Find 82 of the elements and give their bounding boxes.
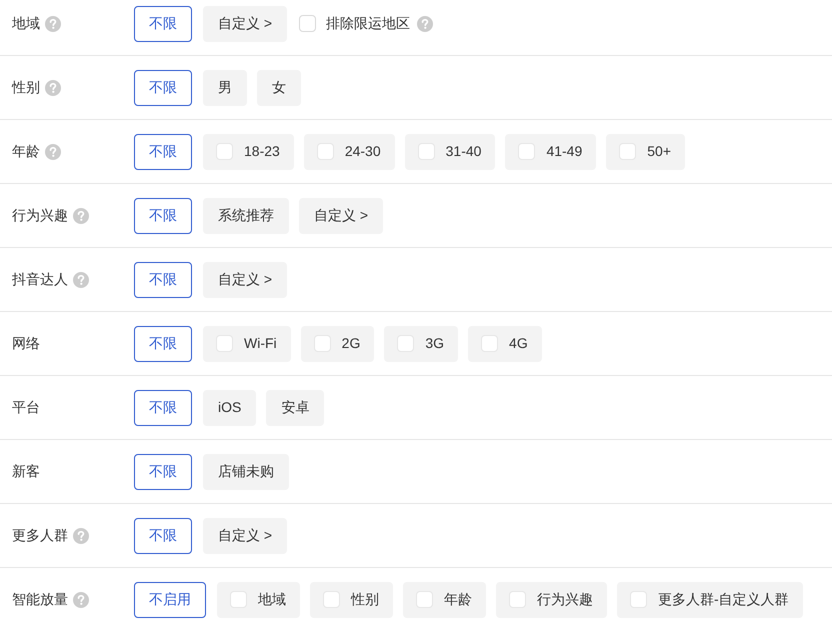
- option-button[interactable]: 自定义 >: [203, 518, 288, 554]
- option-button[interactable]: 自定义 >: [203, 262, 288, 298]
- option-button[interactable]: 不限: [134, 390, 192, 426]
- checkbox-option[interactable]: 4G: [468, 326, 542, 362]
- checkbox-label: Wi-Fi: [244, 334, 277, 353]
- option-button[interactable]: 不限: [134, 70, 192, 106]
- checkbox[interactable]: [509, 591, 526, 608]
- help-icon[interactable]: [45, 80, 61, 96]
- option-button[interactable]: 女: [257, 70, 301, 106]
- help-icon[interactable]: [73, 208, 89, 224]
- option-button[interactable]: 自定义 >: [299, 198, 384, 234]
- option-button[interactable]: 不限: [134, 262, 192, 298]
- field-label: 平台: [12, 398, 40, 417]
- field-label: 网络: [12, 334, 40, 353]
- field-label: 地域: [12, 14, 40, 33]
- field-label: 性别: [12, 78, 40, 97]
- checkbox-option[interactable]: 2G: [300, 326, 374, 362]
- checkbox-option[interactable]: 行为兴趣: [496, 582, 607, 618]
- option-button[interactable]: iOS: [203, 390, 256, 426]
- checkbox-label: 3G: [425, 334, 444, 353]
- checkbox[interactable]: [216, 143, 233, 160]
- checkbox-label: 排除限运地区: [326, 14, 410, 33]
- field-label: 行为兴趣: [12, 206, 68, 225]
- option-button[interactable]: 不启用: [134, 582, 206, 618]
- checkbox-label: 地域: [258, 590, 286, 609]
- option-button[interactable]: 不限: [134, 326, 192, 362]
- help-icon[interactable]: [45, 16, 61, 32]
- field-label: 年龄: [12, 142, 40, 161]
- option-button[interactable]: 安卓: [266, 390, 324, 426]
- checkbox[interactable]: [630, 591, 647, 608]
- checkbox-label: 4G: [509, 334, 528, 353]
- checkbox-option[interactable]: 18-23: [203, 134, 294, 170]
- checkbox-label: 18-23: [244, 142, 280, 161]
- checkbox[interactable]: [481, 335, 498, 352]
- checkbox[interactable]: [299, 15, 316, 32]
- option-button[interactable]: 男: [203, 70, 247, 106]
- checkbox-option[interactable]: 24-30: [304, 134, 395, 170]
- field-label: 抖音达人: [12, 270, 68, 289]
- checkbox[interactable]: [416, 591, 433, 608]
- option-button[interactable]: 不限: [134, 134, 192, 170]
- checkbox[interactable]: [314, 335, 331, 352]
- option-button[interactable]: 自定义 >: [203, 6, 288, 42]
- checkbox[interactable]: [518, 143, 536, 160]
- checkbox-option[interactable]: 41-49: [505, 134, 596, 170]
- checkbox[interactable]: [323, 591, 340, 608]
- option-button[interactable]: 店铺未购: [203, 454, 289, 490]
- checkbox[interactable]: [230, 591, 247, 608]
- checkbox-option[interactable]: 地域: [217, 582, 300, 618]
- checkbox-label: 行为兴趣: [537, 590, 593, 609]
- checkbox-label: 2G: [342, 334, 360, 353]
- checkbox-label: 50+: [647, 142, 671, 161]
- checkbox[interactable]: [316, 143, 334, 160]
- checkbox-label: 41-49: [546, 142, 582, 161]
- checkbox-label: 24-30: [344, 142, 381, 161]
- field-label: 更多人群: [12, 526, 68, 545]
- checkbox-label: 性别: [351, 590, 379, 609]
- help-icon[interactable]: [45, 144, 61, 160]
- help-icon[interactable]: [73, 592, 89, 608]
- option-button[interactable]: 不限: [134, 6, 192, 42]
- help-icon[interactable]: [73, 528, 89, 544]
- option-button[interactable]: 不限: [134, 198, 192, 234]
- checkbox-option[interactable]: Wi-Fi: [203, 326, 291, 362]
- checkbox-label: 31-40: [446, 142, 482, 161]
- checkbox-option[interactable]: 年龄: [403, 582, 486, 618]
- checkbox-label: 年龄: [444, 590, 472, 609]
- help-icon[interactable]: [417, 16, 434, 32]
- option-button[interactable]: 不限: [134, 454, 192, 490]
- checkbox[interactable]: [216, 335, 233, 352]
- checkbox-option[interactable]: 50+: [606, 134, 685, 170]
- checkbox-option[interactable]: 性别: [310, 582, 393, 618]
- checkbox-option[interactable]: 更多人群-自定义人群: [617, 582, 803, 618]
- checkbox-label: 更多人群-自定义人群: [658, 590, 789, 609]
- checkbox-option[interactable]: 3G: [384, 326, 458, 362]
- option-button[interactable]: 不限: [134, 518, 192, 554]
- option-button[interactable]: 系统推荐: [203, 198, 289, 234]
- checkbox[interactable]: [418, 143, 435, 160]
- checkbox-option[interactable]: 31-40: [404, 134, 496, 170]
- checkbox[interactable]: [619, 143, 636, 160]
- checkbox[interactable]: [397, 335, 414, 352]
- help-icon[interactable]: [73, 272, 89, 288]
- field-label: 新客: [12, 462, 40, 481]
- field-label: 智能放量: [12, 590, 68, 609]
